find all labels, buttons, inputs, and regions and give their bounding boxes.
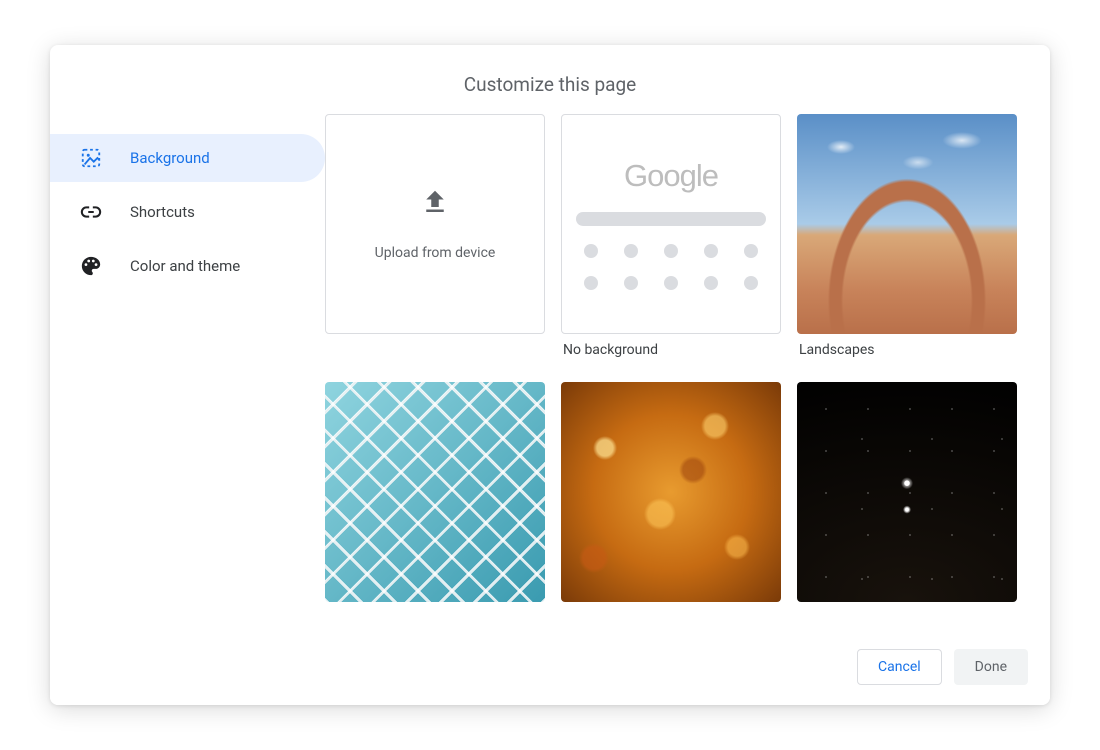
google-logo-placeholder: Google (624, 158, 718, 194)
tile-life[interactable] (561, 382, 781, 630)
dialog-header: Customize this page (50, 45, 1050, 114)
palette-icon (80, 255, 102, 277)
tile-no-background[interactable]: Google No background (561, 114, 781, 366)
customize-dialog: Customize this page Background (50, 45, 1050, 705)
tile-thumbnail-earth (797, 382, 1017, 602)
dialog-footer: Cancel Done (50, 635, 1050, 705)
tile-label: Landscapes (797, 334, 1017, 366)
sidebar: Background Shortcuts C (50, 114, 325, 635)
cancel-button[interactable]: Cancel (857, 649, 942, 685)
tile-thumbnail-landscapes (797, 114, 1017, 334)
tile-thumbnail-life (561, 382, 781, 602)
dialog-body: Background Shortcuts C (50, 114, 1050, 635)
background-grid: Upload from device Google No background (325, 114, 1050, 630)
shortcuts-placeholder (584, 244, 758, 290)
tile-box: Google (561, 114, 781, 334)
sidebar-item-label: Background (130, 149, 210, 167)
sidebar-item-color-theme[interactable]: Color and theme (50, 242, 325, 290)
link-icon (80, 201, 102, 223)
tile-label: No background (561, 334, 781, 366)
tile-label (797, 602, 1017, 630)
upload-label: Upload from device (375, 245, 496, 261)
tile-earth[interactable] (797, 382, 1017, 630)
upload-icon (420, 187, 450, 221)
image-icon (80, 147, 102, 169)
content-scroll-area[interactable]: Upload from device Google No background (325, 114, 1050, 635)
tile-thumbnail-textures (325, 382, 545, 602)
search-bar-placeholder (576, 212, 766, 226)
tile-label (325, 602, 545, 630)
sidebar-item-background[interactable]: Background (50, 134, 325, 182)
tile-landscapes[interactable]: Landscapes (797, 114, 1017, 366)
tile-box: Upload from device (325, 114, 545, 334)
done-button[interactable]: Done (954, 649, 1028, 685)
sidebar-item-label: Shortcuts (130, 203, 195, 221)
dialog-title: Customize this page (50, 73, 1050, 96)
tile-label (561, 602, 781, 630)
sidebar-item-shortcuts[interactable]: Shortcuts (50, 188, 325, 236)
sidebar-item-label: Color and theme (130, 257, 240, 275)
tile-upload-from-device[interactable]: Upload from device (325, 114, 545, 366)
tile-label (325, 334, 545, 362)
tile-textures[interactable] (325, 382, 545, 630)
